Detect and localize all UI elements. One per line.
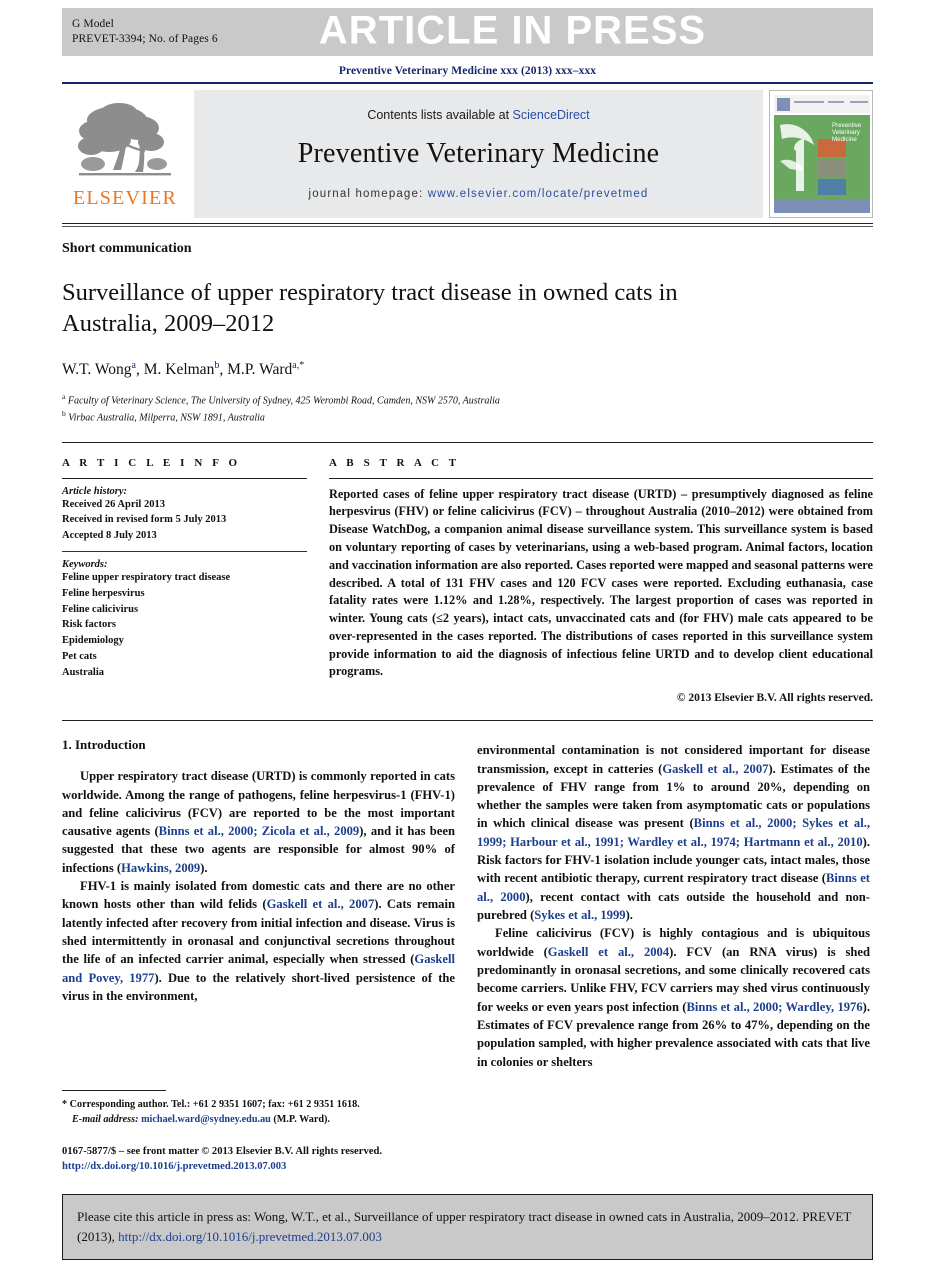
article-type-kicker: Short communication	[62, 241, 192, 257]
keyword-item: Epidemiology	[62, 635, 124, 647]
citation-link[interactable]: Hawkins, 2009	[121, 861, 200, 875]
email-link[interactable]: michael.ward@sydney.edu.au	[141, 1114, 271, 1125]
keyword-item: Pet cats	[62, 650, 97, 662]
issn-copyright-block: 0167-5877/$ – see front matter © 2013 El…	[62, 1144, 455, 1174]
affiliation-a-text: Faculty of Veterinary Science, The Unive…	[67, 395, 500, 407]
body-column-left: 1. Introduction Upper respiratory tract …	[62, 737, 455, 1117]
affiliation-b: b Virbac Australia, Milperra, NSW 1891, …	[62, 409, 265, 424]
title-block: Short communication Surveillance of uppe…	[62, 241, 873, 426]
article-history-item: Received in revised form 5 July 2013	[62, 514, 227, 526]
svg-text:Preventive: Preventive	[832, 122, 862, 129]
journal-homepage-link[interactable]: www.elsevier.com/locate/prevetmed	[428, 188, 649, 200]
info-abstract-region: A R T I C L E I N F O Article history: R…	[62, 457, 873, 704]
doi-link-footer[interactable]: http://dx.doi.org/10.1016/j.prevetmed.20…	[62, 1161, 286, 1172]
article-info-heading: A R T I C L E I N F O	[62, 456, 241, 469]
affiliation-a: a Faculty of Veterinary Science, The Uni…	[62, 391, 500, 407]
abstract-text: Reported cases of feline upper respirato…	[329, 486, 873, 679]
citation-link[interactable]: Gaskell et al., 2004	[548, 945, 669, 959]
svg-text:Medicine: Medicine	[832, 136, 857, 143]
masthead-rule-secondary	[62, 226, 873, 228]
journal-info-box: Contents lists available at ScienceDirec…	[194, 89, 763, 218]
section-heading-introduction: 1. Introduction	[62, 737, 146, 753]
left-paragraphs: Upper respiratory tract disease (URTD) i…	[62, 767, 455, 1005]
contents-available-line: Contents lists available at ScienceDirec…	[367, 108, 589, 122]
citation-link[interactable]: Sykes et al., 1999	[534, 908, 625, 922]
body-paragraph: FHV-1 is mainly isolated from domestic c…	[62, 877, 455, 1005]
elsevier-logo: ELSEVIER	[62, 90, 188, 218]
paper-page: G Model PREVET-3394; No. of Pages 6 ARTI…	[0, 8, 935, 1274]
keyword-item: Feline calicivirus	[62, 603, 139, 615]
article-history-item: Received 26 April 2013	[62, 498, 165, 510]
journal-homepage-line: journal homepage: www.elsevier.com/locat…	[309, 188, 649, 200]
article-in-press-banner: G Model PREVET-3394; No. of Pages 6 ARTI…	[62, 8, 873, 56]
gmodel-block: G Model PREVET-3394; No. of Pages 6	[62, 17, 218, 47]
issn-line: 0167-5877/$ – see front matter © 2013 El…	[62, 1145, 382, 1157]
article-info-rule	[62, 477, 307, 479]
corresponding-author-note: * Corresponding author. Tel.: +61 2 9351…	[62, 1098, 455, 1128]
keyword-item: Feline herpesvirus	[62, 587, 145, 599]
abstract-heading: A B S T R A C T	[329, 456, 460, 469]
elsevier-wordmark: ELSEVIER	[72, 186, 178, 209]
keyword-item: Feline upper respiratory tract disease	[62, 572, 231, 584]
paragraph-text: ).	[625, 908, 633, 923]
body-paragraph: Feline calicivirus (FCV) is highly conta…	[477, 924, 870, 1071]
abstract-copyright: © 2013 Elsevier B.V. All rights reserved…	[676, 692, 873, 705]
cite-this-article-box: Please cite this article in press as: Wo…	[62, 1194, 873, 1260]
abstract-column: A B S T R A C T Reported cases of feline…	[329, 457, 873, 704]
journal-cover-thumbnail: Preventive Veterinary Medicine	[769, 89, 873, 218]
email-address-label: E-mail address:	[72, 1113, 139, 1125]
masthead-rule	[62, 222, 873, 224]
right-paragraphs: environmental contamination is not consi…	[477, 741, 870, 1071]
keywords-rule	[62, 551, 307, 553]
body-column-right: environmental contamination is not consi…	[477, 737, 870, 1117]
sciencedirect-link[interactable]: ScienceDirect	[513, 108, 590, 122]
footnote-rule	[62, 1090, 166, 1091]
journal-title: Preventive Veterinary Medicine	[297, 137, 660, 169]
author-list: W.T. Wonga, M. Kelmanb, M.P. Warda,*	[62, 359, 305, 378]
body-columns: 1. Introduction Upper respiratory tract …	[62, 737, 873, 1117]
citation-link[interactable]: Gaskell et al., 2007	[267, 897, 375, 911]
running-head-rule	[62, 82, 873, 84]
cite-this-article-text: Please cite this article in press as: Wo…	[77, 1207, 858, 1246]
page-title: Surveillance of upper respiratory tract …	[62, 279, 678, 338]
keywords-list: Feline upper respiratory tract disease Fe…	[62, 570, 307, 680]
paragraph-text: ).	[200, 860, 208, 875]
keyword-item: Australia	[62, 666, 104, 678]
corresponding-author-text: * Corresponding author. Tel.: +61 2 9351…	[62, 1099, 360, 1110]
elsevier-tree-icon	[73, 98, 177, 190]
keyword-item: Risk factors	[62, 619, 116, 631]
citation-link[interactable]: Binns et al., 2000; Zicola et al., 2009	[159, 824, 360, 838]
title-rule	[62, 441, 873, 443]
homepage-label: journal homepage:	[308, 187, 428, 200]
email-suffix: (M.P. Ward).	[273, 1113, 330, 1125]
running-head: Preventive Veterinary Medicine xxx (2013…	[338, 65, 597, 77]
body-paragraph: environmental contamination is not consi…	[477, 741, 870, 924]
body-paragraph: Upper respiratory tract disease (URTD) i…	[62, 767, 455, 877]
svg-text:Veterinary: Veterinary	[832, 129, 861, 136]
keywords-label: Keywords:	[62, 559, 108, 571]
abstract-rule	[329, 477, 873, 479]
article-history-item: Accepted 8 July 2013	[62, 529, 157, 541]
affiliation-b-text: Virbac Australia, Milperra, NSW 1891, Au…	[68, 412, 265, 424]
manuscript-id: PREVET-3394; No. of Pages 6	[72, 33, 218, 45]
footnote-block: * Corresponding author. Tel.: +61 2 9351…	[62, 1090, 455, 1174]
gmodel-label: G Model	[72, 17, 114, 30]
citation-link[interactable]: Binns et al., 2000; Wardley, 1976	[686, 1000, 862, 1014]
cite-doi-link[interactable]: http://dx.doi.org/10.1016/j.prevetmed.20…	[118, 1229, 382, 1244]
article-info-column: A R T I C L E I N F O Article history: R…	[62, 457, 307, 704]
journal-masthead: ELSEVIER Contents lists available at Sci…	[62, 89, 873, 218]
article-history-label: Article history:	[62, 485, 128, 497]
contents-prefix: Contents lists available at	[367, 107, 513, 122]
article-history-list: Received 26 April 2013 Received in revise…	[62, 497, 307, 544]
citation-link[interactable]: Gaskell et al., 2007	[662, 762, 768, 776]
abstract-bottom-rule	[62, 720, 873, 722]
